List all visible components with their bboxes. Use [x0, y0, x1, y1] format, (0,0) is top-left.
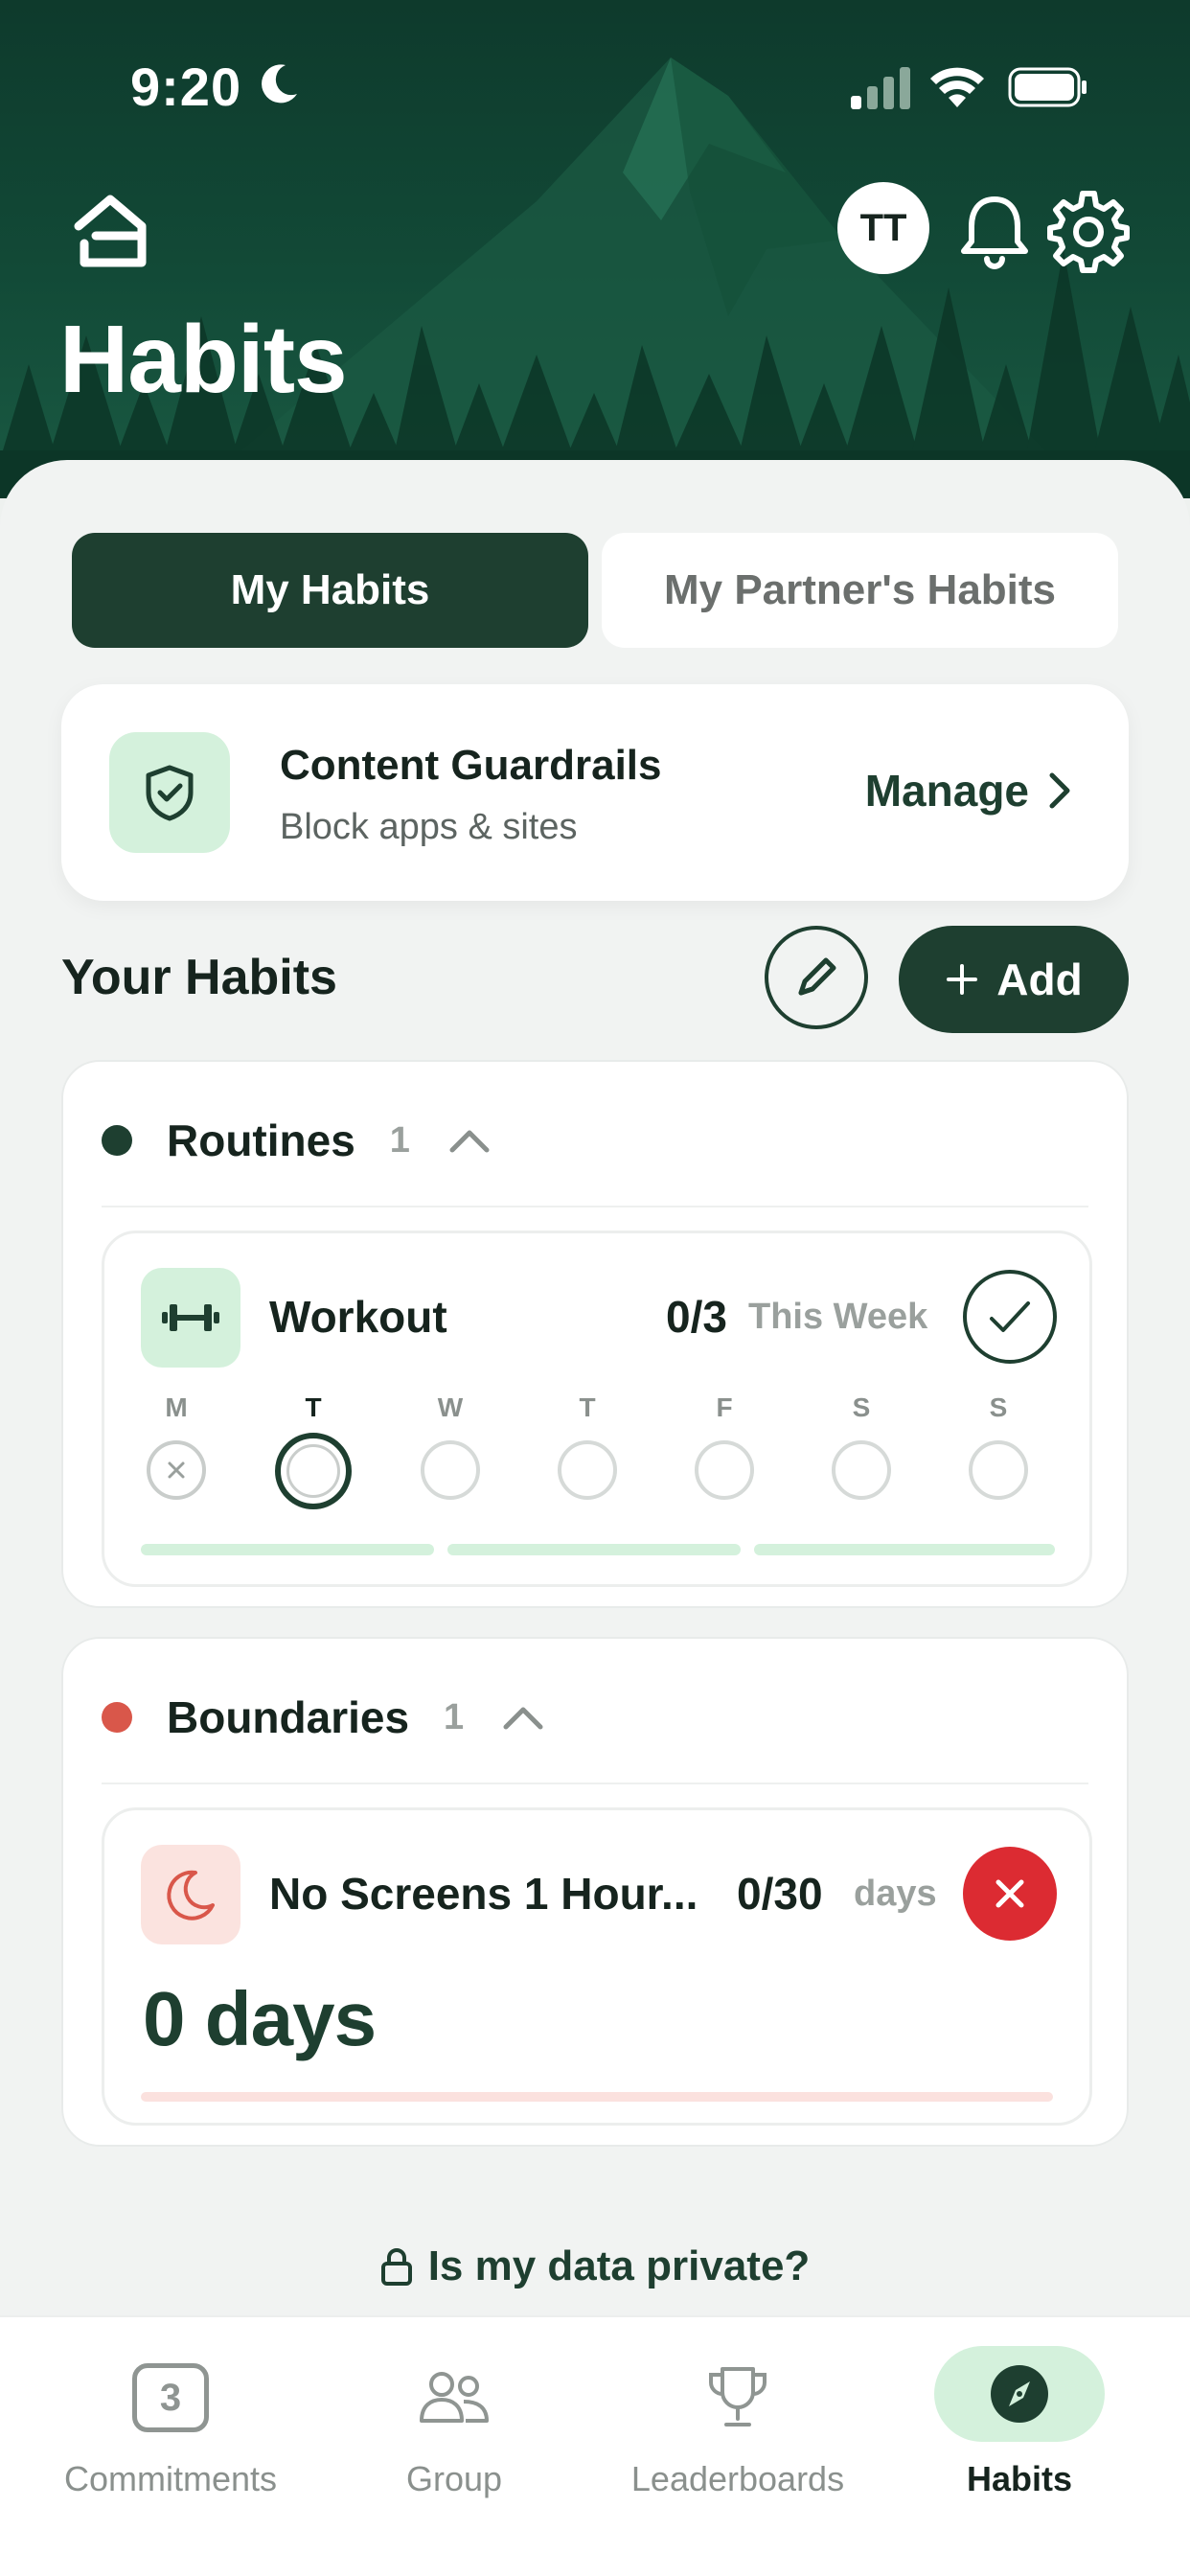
- group-name: Routines: [167, 1116, 355, 1165]
- day-label-today: T: [305, 1392, 322, 1422]
- avatar[interactable]: TT: [837, 182, 929, 274]
- nav-commitments[interactable]: 3 Commitments: [27, 2317, 314, 2509]
- day-label: S: [852, 1392, 871, 1422]
- group-header[interactable]: Boundaries 1: [102, 1689, 544, 1746]
- notifications-bell-icon[interactable]: [949, 184, 1041, 276]
- today-inner-ring: [286, 1444, 340, 1498]
- tab-partner-habits[interactable]: My Partner's Habits: [602, 533, 1118, 648]
- focus-moon-icon: [262, 64, 297, 104]
- settings-gear-icon[interactable]: [1042, 182, 1134, 274]
- day-label: W: [437, 1392, 464, 1422]
- active-tab-pill: [934, 2346, 1105, 2442]
- edit-habits-button[interactable]: [765, 926, 868, 1029]
- header-banner: 9:20 TT Habits: [0, 0, 1190, 498]
- data-privacy-link[interactable]: Is my data private?: [0, 2242, 1190, 2290]
- streak-progress-bar: [141, 2092, 1053, 2102]
- nav-label: Commitments: [63, 2459, 278, 2498]
- page-title: Habits: [59, 306, 348, 413]
- chevron-right-icon: [1049, 772, 1070, 809]
- commitments-count-icon: 3: [128, 2356, 213, 2440]
- people-icon: [412, 2356, 496, 2440]
- habit-progress-unit: days: [854, 1874, 937, 1914]
- day-circle[interactable]: [969, 1440, 1028, 1500]
- progress-segment: [754, 1544, 1055, 1555]
- lock-icon: [380, 2248, 412, 2286]
- shield-check-icon: [109, 732, 230, 853]
- guardrails-title: Content Guardrails: [280, 742, 662, 789]
- nav-group[interactable]: Group: [310, 2317, 598, 2509]
- habit-progress: 0/3: [666, 1292, 727, 1342]
- manage-guardrails-link[interactable]: Manage: [865, 765, 1071, 816]
- group-color-dot: [102, 1702, 132, 1733]
- plus-icon: [947, 964, 978, 995]
- day-label: S: [989, 1392, 1008, 1422]
- day-label: T: [579, 1392, 596, 1422]
- wifi-icon: [930, 67, 984, 107]
- tab-my-habits[interactable]: My Habits: [72, 533, 588, 648]
- habit-card-workout[interactable]: Workout 0/3 This Week M T W T F S S: [102, 1230, 1092, 1587]
- commitments-badge: 3: [132, 2363, 209, 2432]
- group-count: 1: [389, 1119, 410, 1161]
- x-icon: [168, 1461, 185, 1479]
- dumbbell-icon: [141, 1268, 240, 1368]
- day-today-circle[interactable]: [275, 1433, 352, 1509]
- day-missed-circle[interactable]: [147, 1440, 206, 1500]
- divider: [102, 1782, 1088, 1784]
- privacy-label: Is my data private?: [427, 2242, 811, 2289]
- bottom-tab-bar: 3 Commitments Group Leaderboards Habits: [0, 2315, 1190, 2576]
- day-label: M: [165, 1392, 188, 1422]
- day-label: F: [716, 1392, 733, 1422]
- nav-habits[interactable]: Habits: [876, 2317, 1163, 2509]
- nav-label: Group: [405, 2459, 503, 2498]
- status-bar: 9:20: [0, 0, 1190, 172]
- status-time: 9:20: [130, 57, 242, 117]
- progress-segment: [447, 1544, 741, 1555]
- moon-icon: [141, 1845, 240, 1944]
- habits-tab-switcher: My Habits My Partner's Habits: [72, 533, 1118, 648]
- checkmark-icon: [990, 1301, 1030, 1332]
- progress-segment: [141, 1544, 434, 1555]
- compass-icon: [991, 2365, 1048, 2423]
- nav-label: Leaderboards: [630, 2459, 845, 2498]
- habit-name: Workout: [269, 1292, 447, 1342]
- close-icon: [995, 1879, 1024, 1908]
- pencil-icon: [798, 957, 836, 996]
- nav-label: Habits: [966, 2459, 1073, 2498]
- day-circle[interactable]: [558, 1440, 617, 1500]
- complete-habit-button[interactable]: [963, 1270, 1057, 1364]
- trophy-icon: [696, 2356, 780, 2440]
- group-header[interactable]: Routines 1: [102, 1112, 491, 1169]
- group-boundaries: Boundaries 1 No Screens 1 Hour... 0/30 d…: [61, 1637, 1129, 2147]
- battery-icon: [1008, 67, 1087, 107]
- cellular-signal-icon: [851, 67, 910, 109]
- streak-days: 0 days: [143, 1976, 377, 2061]
- chevron-up-icon[interactable]: [448, 1127, 491, 1154]
- day-circle[interactable]: [695, 1440, 754, 1500]
- chevron-up-icon[interactable]: [502, 1704, 544, 1731]
- manage-label: Manage: [864, 766, 1029, 816]
- group-routines: Routines 1 Workout 0/3 This Week M T W T…: [61, 1060, 1129, 1608]
- day-circle[interactable]: [832, 1440, 891, 1500]
- habit-name: No Screens 1 Hour...: [269, 1869, 698, 1919]
- group-count: 1: [444, 1696, 465, 1737]
- habit-progress: 0/30: [737, 1869, 823, 1919]
- add-label: Add: [996, 954, 1083, 1004]
- app-logo-icon[interactable]: [67, 188, 153, 274]
- guardrails-subtitle: Block apps & sites: [280, 807, 578, 847]
- mark-failed-button[interactable]: [963, 1847, 1057, 1941]
- habit-progress-unit: This Week: [748, 1297, 928, 1337]
- group-color-dot: [102, 1125, 132, 1156]
- group-name: Boundaries: [167, 1692, 410, 1742]
- divider: [102, 1206, 1088, 1208]
- content-guardrails-card[interactable]: Content Guardrails Block apps & sites Ma…: [61, 684, 1129, 901]
- habit-card-no-screens[interactable]: No Screens 1 Hour... 0/30 days 0 days: [102, 1807, 1092, 2126]
- your-habits-heading: Your Habits: [61, 950, 337, 1005]
- day-circle[interactable]: [421, 1440, 480, 1500]
- nav-leaderboards[interactable]: Leaderboards: [594, 2317, 881, 2509]
- add-habit-button[interactable]: Add: [899, 926, 1129, 1033]
